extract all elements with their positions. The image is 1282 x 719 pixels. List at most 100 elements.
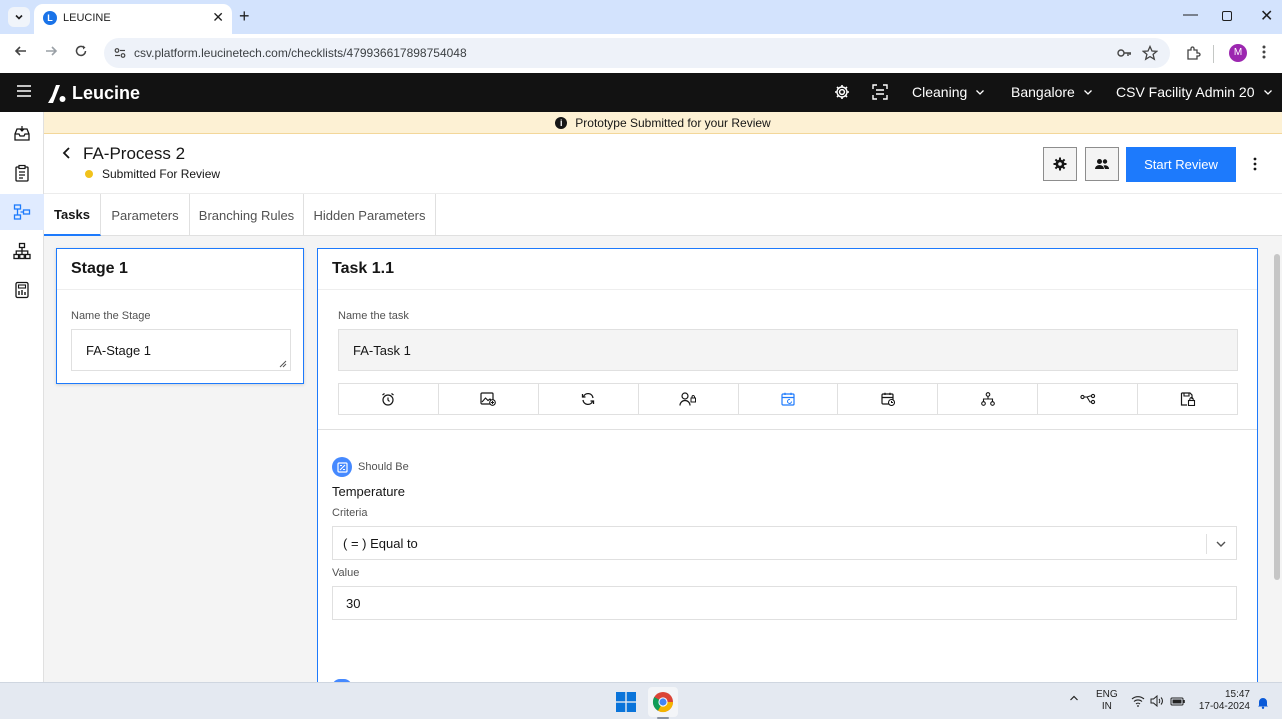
- tab-search-chevron-icon[interactable]: [8, 7, 30, 27]
- status-text: Submitted For Review: [102, 167, 221, 181]
- branch-icon: [1080, 393, 1095, 405]
- site-settings-icon[interactable]: [113, 46, 127, 60]
- status-dot-icon: [85, 170, 93, 178]
- minimize-window-icon[interactable]: —: [1183, 6, 1198, 23]
- tab-branching-rules[interactable]: Branching Rules: [190, 194, 304, 236]
- schedule-icon: [781, 392, 795, 406]
- tab-tasks[interactable]: Tasks: [44, 194, 101, 236]
- textarea-resize-icon[interactable]: [279, 360, 287, 368]
- bookmark-star-icon[interactable]: [1142, 45, 1158, 61]
- notification-bell-icon[interactable]: [1257, 696, 1269, 709]
- value-label: Value: [332, 567, 360, 579]
- stage-name-value: FA-Stage 1: [86, 342, 152, 358]
- back-chevron-icon[interactable]: [61, 146, 73, 160]
- url-text: csv.platform.leucinetech.com/checklists/…: [134, 46, 467, 60]
- address-bar[interactable]: csv.platform.leucinetech.com/checklists/…: [104, 38, 1170, 68]
- info-icon: i: [555, 116, 568, 129]
- sidebar-item-inbox[interactable]: [0, 116, 44, 152]
- divider: [57, 289, 303, 290]
- leucine-logo-icon: [48, 84, 66, 103]
- user-dropdown[interactable]: CSV Facility Admin 20: [1116, 84, 1273, 100]
- back-arrow-icon[interactable]: [14, 44, 28, 58]
- value-input[interactable]: 30: [332, 586, 1237, 620]
- clipboard-icon: [15, 164, 29, 182]
- profile-avatar[interactable]: M: [1229, 44, 1247, 62]
- leucine-logo[interactable]: Leucine: [47, 83, 140, 104]
- report-icon: [15, 281, 29, 299]
- task-toolbar: [338, 383, 1238, 415]
- volume-icon[interactable]: [1150, 695, 1164, 707]
- task-name-input[interactable]: FA-Task 1: [338, 329, 1238, 371]
- browser-menu-icon[interactable]: [1262, 44, 1266, 60]
- assign-user-tool-button[interactable]: [639, 384, 739, 414]
- new-tab-icon[interactable]: +: [239, 6, 250, 27]
- sidebar-item-checklists[interactable]: [0, 155, 44, 191]
- chrome-taskbar-icon[interactable]: [648, 687, 678, 717]
- system-clock[interactable]: 15:47 17-04-2024: [1196, 689, 1250, 713]
- should-be-parameter-icon: [332, 457, 352, 477]
- alarm-icon: [382, 393, 395, 406]
- scan-qr-icon[interactable]: [872, 84, 888, 100]
- user-name-label: CSV Facility Admin 20: [1116, 84, 1255, 100]
- assign-user-icon: [679, 392, 697, 406]
- hierarchy-tool-button[interactable]: [938, 384, 1039, 414]
- battery-icon[interactable]: [1170, 695, 1186, 707]
- clock-date: 17-04-2024: [1198, 701, 1250, 712]
- tray-overflow-chevron-icon[interactable]: [1069, 693, 1079, 703]
- process-settings-button[interactable]: [1043, 147, 1077, 181]
- sidebar-item-prototypes[interactable]: [0, 194, 44, 230]
- users-icon: [1095, 159, 1110, 169]
- chevron-down-icon[interactable]: [1215, 538, 1227, 550]
- stage-name-input[interactable]: FA-Stage 1: [71, 329, 291, 371]
- tab-parameters[interactable]: Parameters: [101, 194, 190, 236]
- input-language-indicator[interactable]: ENG IN: [1096, 689, 1118, 713]
- due-date-tool-button[interactable]: [838, 384, 939, 414]
- windows-start-icon[interactable]: [616, 692, 636, 712]
- schedule-tool-button[interactable]: [739, 384, 839, 414]
- divider: [318, 429, 1257, 430]
- stage-title: Stage 1: [71, 260, 128, 277]
- page-title: FA-Process 2: [83, 144, 186, 163]
- close-window-icon[interactable]: ✕: [1260, 6, 1273, 26]
- chevron-down-icon: [976, 90, 985, 95]
- stage-card[interactable]: Stage 1 Name the Stage FA-Stage 1: [56, 248, 304, 384]
- password-key-icon[interactable]: [1116, 45, 1132, 61]
- scrollbar-thumb[interactable]: [1274, 254, 1280, 580]
- parameter-type-label: Should Be: [358, 461, 409, 473]
- hierarchy-icon: [980, 392, 995, 406]
- facility-label: Bangalore: [1011, 84, 1075, 100]
- wifi-icon[interactable]: [1131, 695, 1145, 707]
- start-review-button[interactable]: Start Review: [1126, 147, 1236, 182]
- settings-gear-icon[interactable]: [834, 84, 850, 100]
- sidebar-item-ontology[interactable]: [0, 233, 44, 269]
- maximize-window-icon[interactable]: [1222, 11, 1232, 21]
- workflow-icon: [13, 204, 31, 220]
- forward-arrow-icon[interactable]: [44, 44, 58, 58]
- close-tab-icon[interactable]: ✕: [212, 9, 224, 26]
- branching-tool-button[interactable]: [1038, 384, 1139, 414]
- browser-tab-title: LEUCINE: [63, 12, 111, 24]
- facility-dropdown-bangalore[interactable]: Bangalore: [1011, 84, 1093, 100]
- select-divider: [1206, 534, 1207, 554]
- tab-hidden-parameters[interactable]: Hidden Parameters: [304, 194, 436, 236]
- collaborators-button[interactable]: [1085, 147, 1119, 181]
- reload-icon[interactable]: [74, 44, 88, 58]
- process-header: FA-Process 2 Submitted For Review Start …: [44, 134, 1282, 194]
- gear-icon: [1053, 157, 1067, 171]
- more-options-icon[interactable]: [1244, 147, 1266, 181]
- browser-tab[interactable]: L LEUCINE ✕: [34, 4, 232, 34]
- left-sidebar: [0, 112, 44, 682]
- media-tool-button[interactable]: [439, 384, 539, 414]
- task-lock-tool-button[interactable]: [1138, 384, 1237, 414]
- criteria-select[interactable]: ( = ) Equal to: [332, 526, 1237, 560]
- toolbar-divider: [1213, 45, 1214, 63]
- timer-tool-button[interactable]: [339, 384, 439, 414]
- review-banner: i Prototype Submitted for your Review: [44, 112, 1282, 134]
- hamburger-menu-icon[interactable]: [16, 84, 32, 98]
- divider: [318, 289, 1257, 290]
- os-taskbar: ENG IN 15:47 17-04-2024: [0, 682, 1282, 719]
- sidebar-item-reports[interactable]: [0, 272, 44, 308]
- recurrence-tool-button[interactable]: [539, 384, 639, 414]
- facility-dropdown-cleaning[interactable]: Cleaning: [912, 84, 985, 100]
- extensions-puzzle-icon[interactable]: [1185, 45, 1201, 61]
